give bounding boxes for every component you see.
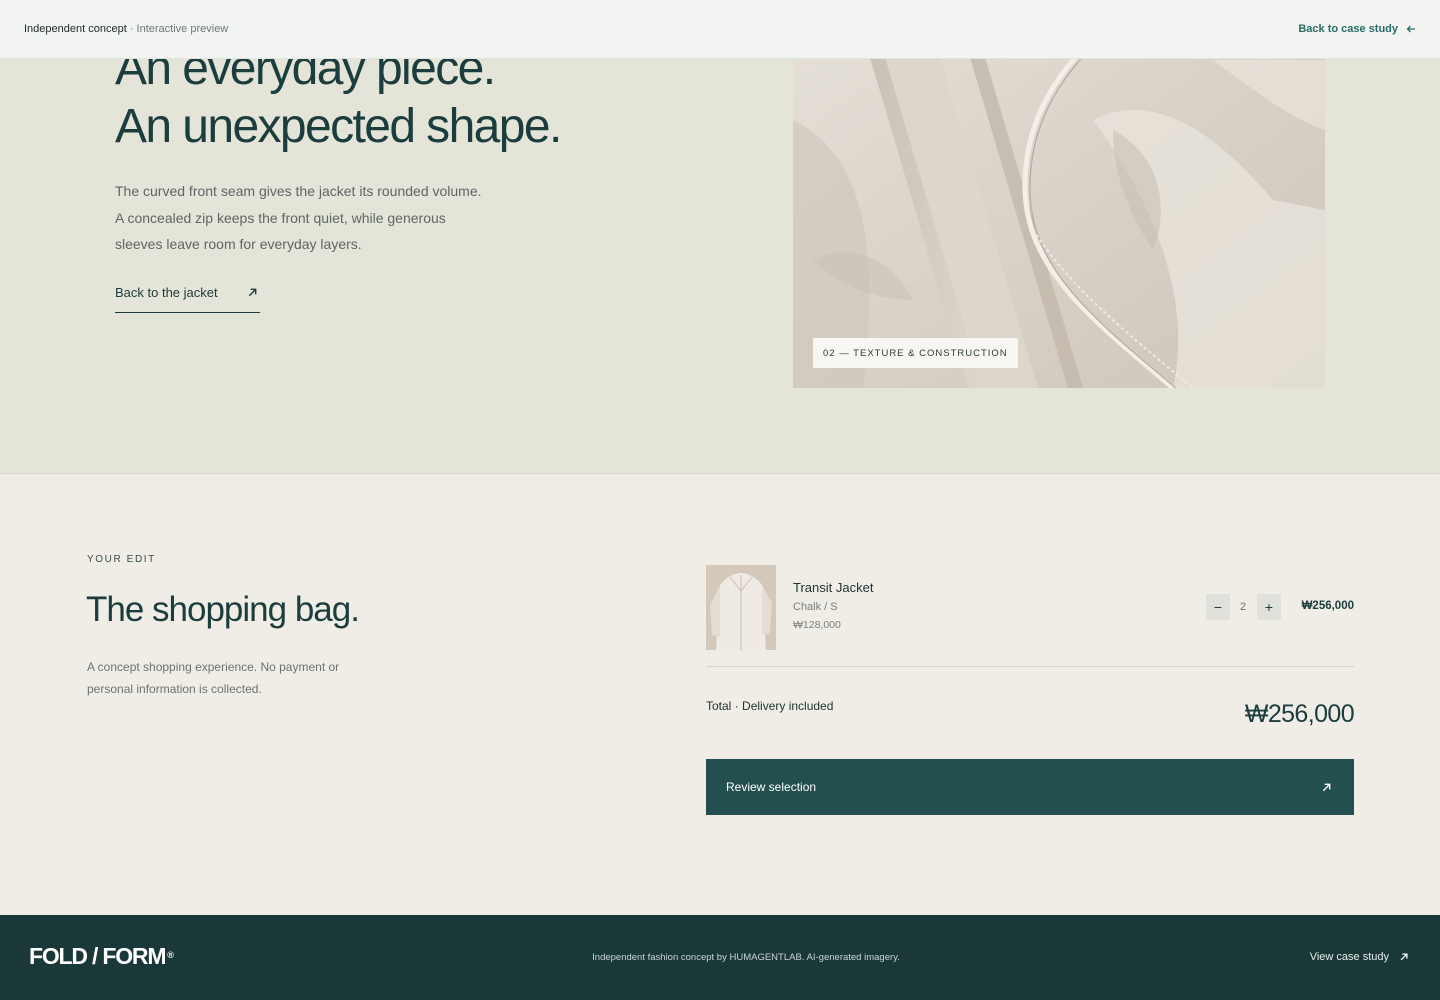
hero-description-line-3: sleeves leave room for everyday layers.	[115, 236, 362, 252]
arrow-up-right-icon	[1322, 783, 1331, 791]
hero-section: An everyday piece. An unexpected shape. …	[0, 0, 1440, 474]
total-delivery-note: Delivery included	[742, 699, 834, 713]
quantity-increase-button[interactable]: +	[1257, 594, 1281, 620]
top-bar: Independent concept · Interactive previe…	[0, 0, 1440, 59]
bag-divider	[706, 666, 1354, 667]
arrow-up-right-icon	[248, 288, 257, 297]
view-case-study-label: View case study	[1309, 951, 1389, 963]
review-selection-button[interactable]: Review selection	[706, 759, 1354, 815]
hero-description-line-1: The curved front seam gives the jacket i…	[115, 183, 482, 199]
item-unit-price: ₩128,000	[793, 619, 841, 631]
hero-description-line-2: A concealed zip keeps the front quiet, w…	[115, 209, 446, 226]
back-to-case-study-link[interactable]: Back to case study	[1298, 23, 1416, 35]
image-caption-badge: 02 — TEXTURE & CONSTRUCTION	[813, 338, 1018, 368]
back-to-jacket-label: Back to the jacket	[115, 285, 218, 300]
total-separator: ·	[731, 699, 743, 713]
minus-icon: −	[1213, 599, 1223, 615]
arrow-left-icon	[1406, 25, 1415, 33]
item-thumbnail[interactable]	[706, 565, 776, 650]
review-selection-label: Review selection	[726, 780, 817, 794]
plus-icon: +	[1264, 599, 1274, 615]
arrow-up-right-icon	[1400, 953, 1408, 961]
hero-heading-line-2: An unexpected shape.	[115, 100, 562, 153]
item-name: Transit Jacket	[793, 580, 874, 595]
bag-disclaimer-line-1: A concept shopping experience. No paymen…	[87, 660, 340, 674]
total-label: Total · Delivery included	[706, 699, 833, 713]
footer-credit: Independent fashion concept by HUMAGENTL…	[592, 952, 900, 963]
bag-disclaimer-line-2: personal information is collected.	[87, 682, 262, 696]
bag-disclaimer: A concept shopping experience. No paymen…	[87, 656, 367, 700]
back-to-jacket-link[interactable]: Back to the jacket	[115, 285, 260, 313]
back-to-case-study-label: Back to case study	[1298, 23, 1398, 35]
concept-subtitle: · Interactive preview	[129, 23, 229, 35]
quantity-value: 2	[1239, 601, 1247, 613]
hero-description: The curved front seam gives the jacket i…	[115, 178, 495, 258]
quantity-decrease-button[interactable]: −	[1206, 594, 1230, 620]
footer: FOLD / FORM ® Independent fashion concept…	[0, 915, 1440, 1000]
view-case-study-link[interactable]: View case study	[1310, 951, 1409, 963]
jacket-thumbnail-illustration	[706, 565, 776, 650]
total-value: ₩256,000	[1244, 700, 1355, 728]
concept-label: Independent concept · Interactive previe…	[24, 23, 228, 35]
bag-title: The shopping bag.	[86, 590, 360, 629]
total-title: Total	[706, 699, 732, 713]
concept-title: Independent concept	[24, 23, 127, 35]
item-line-total: ₩256,000	[1301, 600, 1354, 612]
item-variant: Chalk / S	[793, 601, 838, 613]
section-eyebrow: YOUR EDIT	[87, 554, 156, 565]
